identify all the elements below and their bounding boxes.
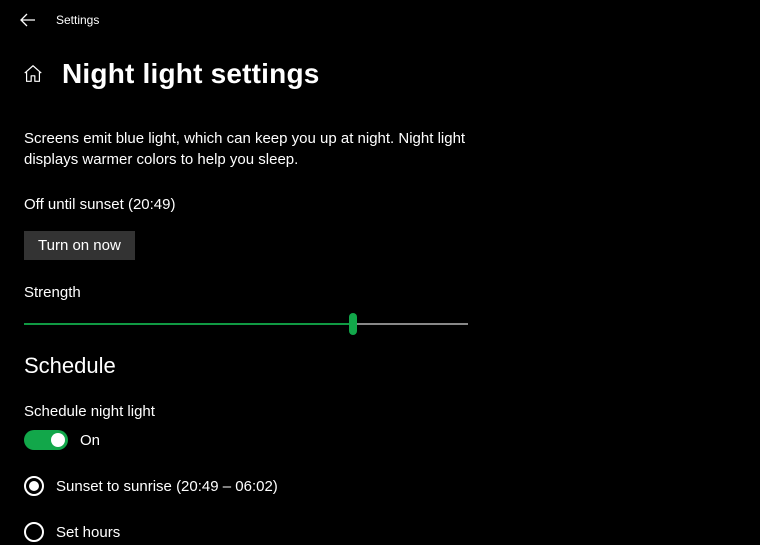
slider-track-active <box>24 323 353 325</box>
back-arrow-icon <box>20 12 36 28</box>
slider-thumb[interactable] <box>349 313 357 335</box>
radio-icon <box>24 522 44 542</box>
radio-set-hours-label: Set hours <box>56 524 120 541</box>
radio-set-hours[interactable]: Set hours <box>24 522 500 542</box>
turn-on-now-button[interactable]: Turn on now <box>24 231 135 260</box>
top-bar: Settings <box>0 0 760 40</box>
radio-sunset-to-sunrise[interactable]: Sunset to sunrise (20:49 – 06:02) <box>24 476 500 496</box>
back-button[interactable] <box>18 10 38 30</box>
schedule-toggle-row: On <box>24 430 500 450</box>
schedule-night-light-label: Schedule night light <box>24 403 500 420</box>
radio-sunset-label: Sunset to sunrise (20:49 – 06:02) <box>56 478 278 495</box>
description-text: Screens emit blue light, which can keep … <box>24 128 500 170</box>
page-header: Night light settings <box>0 58 760 90</box>
strength-label: Strength <box>24 284 500 301</box>
night-light-status: Off until sunset (20:49) <box>24 196 500 213</box>
app-title: Settings <box>56 13 99 27</box>
radio-selected-dot <box>29 481 39 491</box>
schedule-toggle-state: On <box>80 432 100 449</box>
content-area: Screens emit blue light, which can keep … <box>0 90 540 542</box>
page-title: Night light settings <box>62 58 320 90</box>
home-icon[interactable] <box>22 63 44 85</box>
radio-icon <box>24 476 44 496</box>
strength-slider[interactable] <box>24 313 468 335</box>
schedule-toggle[interactable] <box>24 430 68 450</box>
schedule-section-title: Schedule <box>24 353 500 379</box>
toggle-knob <box>51 433 65 447</box>
slider-track-inactive <box>353 323 468 325</box>
